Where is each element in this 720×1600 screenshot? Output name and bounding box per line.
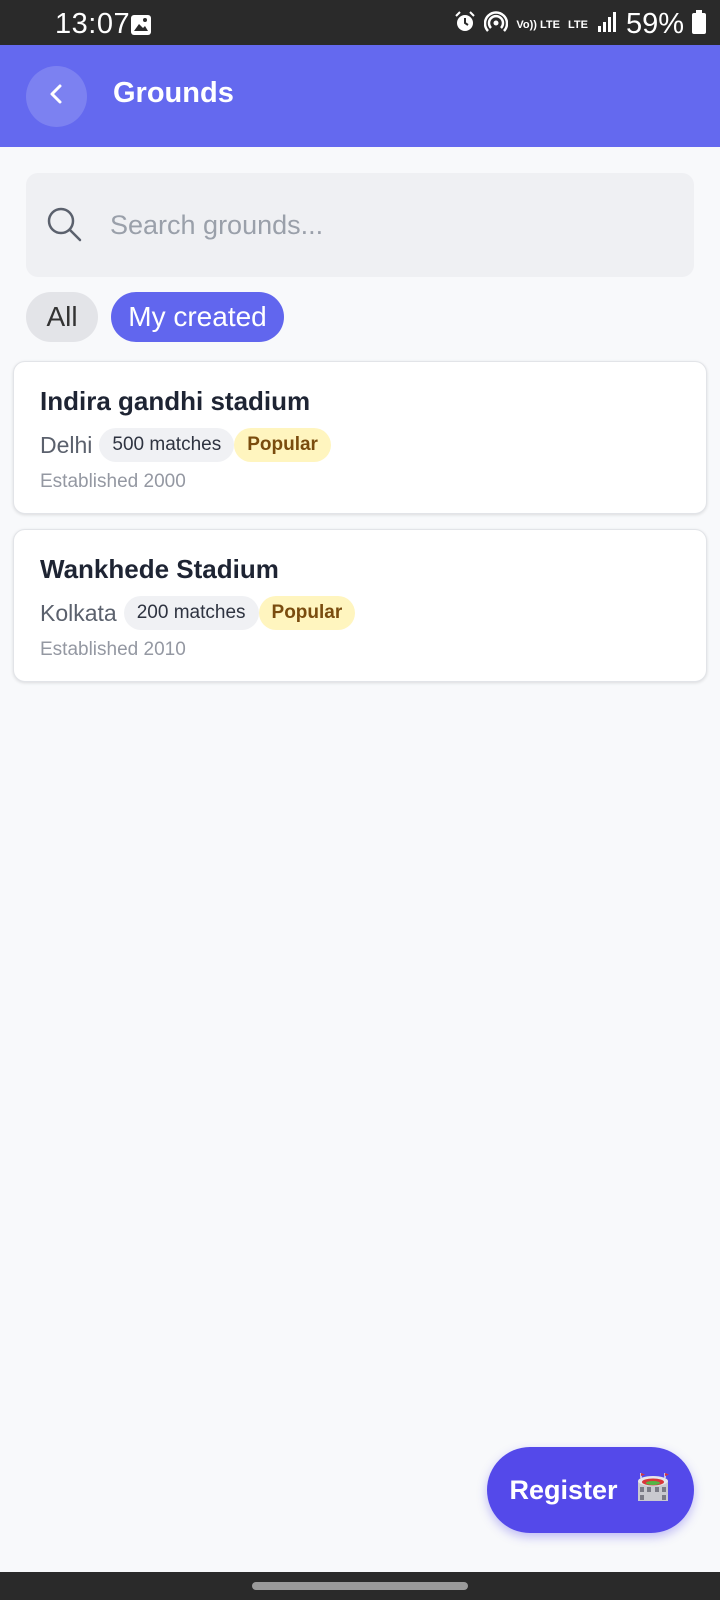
chevron-left-icon — [46, 83, 68, 110]
search-bar[interactable] — [26, 173, 694, 277]
signal-icon — [596, 11, 618, 38]
matches-badge: 500 matches — [99, 428, 235, 462]
ground-city: Kolkata — [40, 599, 117, 626]
ground-meta: Kolkata 200 matches Popular — [40, 596, 356, 630]
home-indicator[interactable] — [252, 1582, 468, 1590]
lte-icon: LTE — [567, 18, 588, 31]
back-button[interactable] — [26, 66, 87, 127]
filter-chip-all[interactable]: All — [26, 292, 98, 342]
search-icon — [45, 205, 85, 250]
alarm-icon — [454, 11, 476, 38]
search-input[interactable] — [110, 173, 670, 277]
ground-city: Delhi — [40, 431, 93, 458]
hotspot-icon — [484, 11, 509, 38]
popular-badge: Popular — [234, 428, 331, 462]
stadium-icon — [634, 1469, 672, 1512]
battery-icon — [692, 10, 706, 39]
ground-name: Indira gandhi stadium — [40, 386, 311, 416]
matches-badge: 200 matches — [123, 596, 259, 630]
ground-card[interactable]: Wankhede Stadium Kolkata 200 matches Pop… — [13, 529, 707, 682]
ground-name: Wankhede Stadium — [40, 554, 279, 584]
page-title: Grounds — [113, 77, 234, 109]
system-nav-bar — [0, 1572, 720, 1600]
status-time: 13:07 — [55, 8, 131, 40]
register-label: Register — [509, 1474, 618, 1505]
ground-meta: Delhi 500 matches Popular — [40, 428, 331, 462]
ground-card[interactable]: Indira gandhi stadium Delhi 500 matches … — [13, 361, 707, 514]
filter-chip-my-created[interactable]: My created — [111, 292, 284, 342]
ground-established: Established 2010 — [40, 639, 186, 660]
gallery-icon — [130, 14, 152, 41]
volte-icon: Vo)) LTE — [516, 18, 560, 31]
ground-established: Established 2000 — [40, 471, 186, 492]
popular-badge: Popular — [258, 596, 356, 630]
status-bar: 13:07 Vo)) LTE LTE 59% — [0, 0, 720, 45]
app-bar: Grounds — [0, 45, 720, 147]
battery-percent: 59% — [625, 8, 684, 40]
register-button[interactable]: Register — [487, 1447, 694, 1533]
